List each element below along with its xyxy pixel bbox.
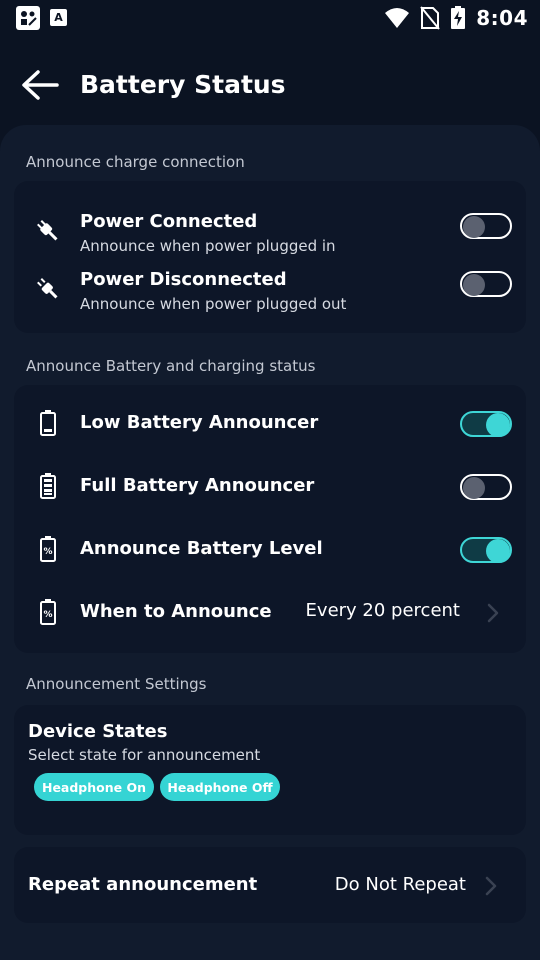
row-low-battery[interactable]: Low Battery Announcer: [14, 407, 526, 441]
row-battery-level[interactable]: % Announce Battery Level: [14, 533, 526, 567]
card-repeat: Repeat announcement Do Not Repeat: [14, 847, 526, 923]
battery-low-icon: [32, 407, 64, 439]
row-when-to-announce[interactable]: % When to Announce Every 20 percent: [14, 596, 526, 630]
status-time: 8:04: [476, 6, 528, 30]
repeat-value: Do Not Repeat: [334, 874, 466, 895]
row-title: Announce Battery Level: [80, 538, 323, 559]
row-power-connected[interactable]: Power Connected Announce when power plug…: [14, 205, 526, 261]
arrow-left-icon: [22, 70, 59, 100]
card-charge-connection: Power Connected Announce when power plug…: [14, 181, 526, 333]
status-bar: A 8:04: [0, 0, 540, 38]
row-subtitle: Announce when power plugged out: [80, 295, 347, 313]
repeat-title: Repeat announcement: [28, 874, 258, 895]
section-label-charge-connection: Announce charge connection: [26, 153, 245, 171]
plug-connected-icon: [32, 215, 64, 247]
page-title: Battery Status: [80, 70, 286, 99]
battery-percent-icon: %: [32, 596, 64, 628]
app-header: Battery Status: [0, 58, 540, 114]
svg-text:%: %: [43, 610, 52, 620]
battery-full-icon: [32, 470, 64, 502]
row-power-disconnected[interactable]: Power Disconnected Announce when power p…: [14, 263, 526, 319]
row-repeat-announcement[interactable]: Repeat announcement Do Not Repeat: [14, 847, 526, 923]
row-title: When to Announce: [80, 601, 272, 622]
row-title: Power Connected: [80, 211, 258, 232]
settings-panel: Announce charge connection Power Connect…: [0, 125, 540, 960]
toggle-full-battery[interactable]: [460, 474, 512, 500]
chip-headphone-on[interactable]: Headphone On: [34, 773, 154, 801]
chevron-right-icon: [485, 876, 497, 896]
section-label-battery-status: Announce Battery and charging status: [26, 357, 316, 375]
card-device-states: Device States Select state for announcem…: [14, 705, 526, 835]
card-battery-status: Low Battery Announcer Full Battery Annou…: [14, 385, 526, 653]
svg-text:%: %: [43, 547, 52, 557]
back-button[interactable]: [20, 68, 60, 102]
row-title: Low Battery Announcer: [80, 412, 319, 433]
row-title: Power Disconnected: [80, 269, 287, 290]
font-app-icon: A: [50, 9, 67, 26]
toggle-low-battery[interactable]: [460, 411, 512, 437]
toggle-power-connected[interactable]: [460, 213, 512, 239]
device-states-title: Device States: [28, 721, 168, 742]
chevron-right-icon: [487, 603, 499, 623]
plug-disconnected-icon: [32, 273, 64, 305]
battery-charging-icon: [451, 6, 466, 29]
wifi-icon: [385, 8, 410, 28]
section-label-announcement-settings: Announcement Settings: [26, 675, 207, 693]
toggle-battery-level[interactable]: [460, 537, 512, 563]
no-sim-icon: [420, 6, 441, 30]
row-subtitle: Announce when power plugged in: [80, 237, 336, 255]
battery-percent-icon: %: [32, 533, 64, 565]
toggle-power-disconnected[interactable]: [460, 271, 512, 297]
app-notification-icon: [16, 6, 40, 30]
chip-headphone-off[interactable]: Headphone Off: [160, 773, 280, 801]
row-full-battery[interactable]: Full Battery Announcer: [14, 470, 526, 504]
row-title: Full Battery Announcer: [80, 475, 315, 496]
device-states-subtitle: Select state for announcement: [28, 746, 261, 764]
when-to-announce-value: Every 20 percent: [305, 600, 460, 621]
